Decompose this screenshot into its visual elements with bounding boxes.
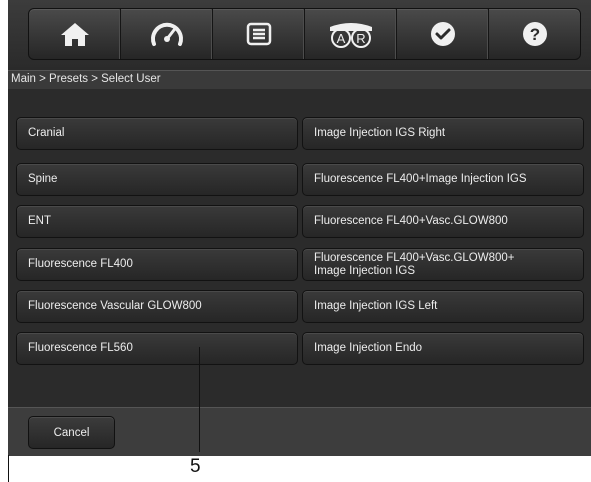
preset-fl560-button[interactable]: Fluorescence FL560 bbox=[16, 332, 298, 365]
preset-fl400-glow800-button[interactable]: Fluorescence FL400+Vasc.GLOW800 bbox=[302, 205, 584, 238]
home-button[interactable] bbox=[29, 9, 121, 59]
main-navigation: A R ? bbox=[28, 8, 581, 60]
preset-fl400-glow800-igs-button[interactable]: Fluorescence FL400+Vasc.GLOW800+ Image I… bbox=[302, 248, 584, 281]
frame-edge-line bbox=[8, 455, 9, 482]
svg-text:?: ? bbox=[529, 25, 539, 44]
confirm-button[interactable] bbox=[397, 9, 489, 59]
preset-list: Cranial Spine ENT Fluorescence FL400 Flu… bbox=[8, 89, 591, 407]
ar-eyepiece-icon: A R bbox=[329, 23, 372, 48]
footer-bar: Cancel bbox=[8, 407, 591, 456]
help-button[interactable]: ? bbox=[489, 9, 580, 59]
speedometer-button[interactable] bbox=[121, 9, 213, 59]
ar-eyepiece-button[interactable]: A R bbox=[305, 9, 397, 59]
preset-igs-left-button[interactable]: Image Injection IGS Left bbox=[302, 290, 584, 323]
device-screen: A R ? Main > Presets > Select User Crani bbox=[8, 0, 591, 456]
preset-igs-right-button[interactable]: Image Injection IGS Right bbox=[302, 117, 584, 150]
preset-fl400-button[interactable]: Fluorescence FL400 bbox=[16, 248, 298, 281]
menu-list-icon bbox=[246, 22, 271, 46]
callout-number: 5 bbox=[190, 456, 201, 477]
preset-fl400-igs-button[interactable]: Fluorescence FL400+Image Injection IGS bbox=[302, 163, 584, 196]
help-icon: ? bbox=[522, 22, 547, 46]
preset-spine-button[interactable]: Spine bbox=[16, 163, 298, 196]
menu-list-button[interactable] bbox=[213, 9, 305, 59]
breadcrumb: Main > Presets > Select User bbox=[11, 73, 161, 85]
ar-label-r: R bbox=[356, 31, 365, 46]
cancel-button[interactable]: Cancel bbox=[28, 416, 115, 449]
checkmark-icon bbox=[430, 22, 455, 46]
home-icon bbox=[60, 23, 89, 46]
preset-vascular-glow800-button[interactable]: Fluorescence Vascular GLOW800 bbox=[16, 290, 298, 323]
preset-cranial-button[interactable]: Cranial bbox=[16, 117, 298, 150]
ar-label-a: A bbox=[336, 31, 345, 46]
callout-line bbox=[199, 347, 200, 452]
speedometer-icon bbox=[150, 22, 183, 46]
breadcrumb-bar: Main > Presets > Select User bbox=[8, 70, 591, 90]
top-toolbar: A R ? bbox=[8, 0, 591, 70]
preset-ent-button[interactable]: ENT bbox=[16, 205, 298, 238]
preset-igs-endo-button[interactable]: Image Injection Endo bbox=[302, 332, 584, 365]
